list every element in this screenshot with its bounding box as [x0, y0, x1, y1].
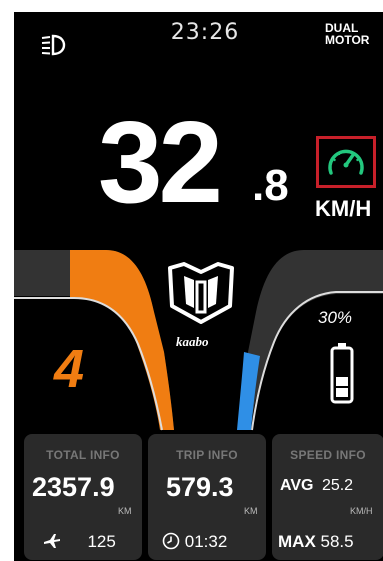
avg-speed-row: AVG 25.2: [280, 476, 353, 496]
brand-wordmark: kaabo: [176, 334, 209, 349]
total-info-card[interactable]: TOTAL INFO 2357.9 KM 125: [24, 434, 142, 560]
dashboard-screen: 23:26 DUAL MOTOR 32 .8 KM/H kaabo 4 30%: [14, 12, 383, 561]
speed-mode-indicator[interactable]: [316, 136, 376, 188]
total-distance: 2357.9: [32, 472, 115, 502]
headlight-icon: [41, 34, 66, 56]
max-speed-row: MAX 58.5: [278, 532, 354, 552]
avg-value: 25.2: [321, 477, 354, 494]
trip-info-title: TRIP INFO: [176, 448, 238, 462]
clock-icon: [162, 532, 180, 550]
motor-mode-line2: MOTOR: [325, 33, 370, 47]
battery-icon: [330, 343, 354, 404]
max-value: 58.5: [320, 532, 354, 551]
motor-mode-label: DUAL MOTOR: [325, 22, 369, 46]
avg-label: AVG: [280, 477, 314, 494]
total-foot: 125: [42, 532, 116, 552]
speed-info-title: SPEED INFO: [290, 448, 366, 462]
max-label: MAX: [278, 532, 316, 551]
battery-fill-mid: [336, 377, 348, 386]
clock: 23:26: [170, 20, 240, 45]
trip-distance: 579.3: [166, 472, 234, 502]
assist-level: 4: [54, 339, 85, 399]
top-frame: [0, 0, 383, 12]
speed-unit: KM/H: [315, 196, 372, 221]
trip-foot-value: 01:32: [184, 532, 228, 551]
speed-value: 32: [98, 97, 223, 227]
trip-distance-unit: KM: [244, 506, 258, 516]
speedometer-icon: [328, 149, 364, 175]
right-gauge-band: [238, 250, 383, 430]
total-info-title: TOTAL INFO: [46, 448, 120, 462]
speed-info-card[interactable]: SPEED INFO AVG 25.2 KM/H MAX 58.5: [272, 434, 383, 560]
total-foot-value: 125: [87, 532, 116, 551]
trip-info-card[interactable]: TRIP INFO 579.3 KM 01:32: [148, 434, 266, 560]
speed-decimal: .8: [252, 161, 289, 210]
battery-fill-low: [336, 388, 348, 397]
flight-hours-icon: [44, 534, 60, 548]
total-distance-unit: KM: [118, 506, 132, 516]
trip-foot: 01:32: [162, 532, 227, 552]
kaabo-logo: [168, 262, 234, 324]
assist-level-arc: [70, 250, 174, 430]
battery-percent: 30%: [318, 308, 353, 327]
avg-speed-unit: KM/H: [350, 506, 373, 516]
